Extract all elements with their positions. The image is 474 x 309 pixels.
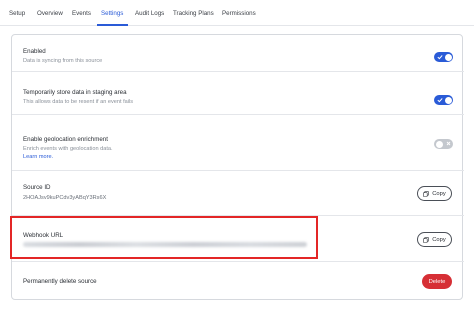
delete-source-button[interactable]: Delete — [422, 274, 452, 289]
geolocation-toggle[interactable] — [434, 139, 453, 149]
setting-title: Enable geolocation enrichment — [23, 136, 108, 143]
tab-permissions[interactable]: Permissions — [222, 10, 256, 17]
staging-toggle[interactable] — [434, 95, 453, 105]
tab-settings[interactable]: Settings — [101, 10, 123, 17]
tab-overview[interactable]: Overview — [37, 10, 63, 17]
toggle-knob — [444, 96, 452, 104]
tab-tracking-plans[interactable]: Tracking Plans — [173, 10, 214, 17]
copy-source-id-button[interactable]: Copy — [417, 186, 452, 201]
check-icon — [436, 55, 443, 60]
tab-audit-logs[interactable]: Audit Logs — [135, 10, 164, 17]
setting-description: Data is syncing from this source — [23, 58, 103, 64]
setting-title: Temporarily store data in staging area — [23, 89, 127, 96]
setting-row-geolocation: Enable geolocation enrichment Enrich eve… — [12, 115, 464, 171]
copy-button-label: Copy — [432, 236, 446, 243]
setting-description: This allows data to be resent if an even… — [23, 99, 134, 105]
settings-card: Enabled Data is syncing from this source… — [11, 34, 464, 301]
highlight-box — [10, 216, 318, 259]
copy-button-label: Copy — [432, 190, 446, 197]
setting-row-enabled: Enabled Data is syncing from this source — [12, 35, 464, 72]
copy-webhook-url-button[interactable]: Copy — [417, 232, 452, 247]
setting-row-delete: Permanently delete source Delete — [12, 262, 464, 301]
x-icon — [446, 141, 450, 146]
tab-bar: Setup Overview Events Settings Audit Log… — [0, 0, 474, 26]
check-icon — [436, 98, 443, 103]
setting-row-source-id: Source ID 2HOAJsv9kuPCdv3yABqY3Rs6X Copy — [12, 171, 464, 216]
enabled-toggle[interactable] — [434, 52, 453, 62]
source-id-value: 2HOAJsv9kuPCdv3yABqY3Rs6X — [23, 195, 107, 201]
setting-description: Enrich events with geolocation data. — [23, 146, 113, 152]
toggle-knob — [435, 140, 443, 148]
tab-events[interactable]: Events — [72, 10, 91, 17]
setting-title: Source ID — [23, 184, 51, 191]
active-tab-indicator — [97, 24, 128, 26]
setting-title: Permanently delete source — [23, 278, 97, 285]
learn-more-link[interactable]: Learn more. — [23, 154, 53, 160]
tab-setup[interactable]: Setup — [9, 10, 25, 17]
setting-row-staging: Temporarily store data in staging area T… — [12, 72, 464, 115]
copy-icon — [423, 190, 430, 197]
copy-icon — [423, 236, 430, 243]
toggle-knob — [444, 53, 452, 61]
setting-title: Enabled — [23, 48, 46, 55]
